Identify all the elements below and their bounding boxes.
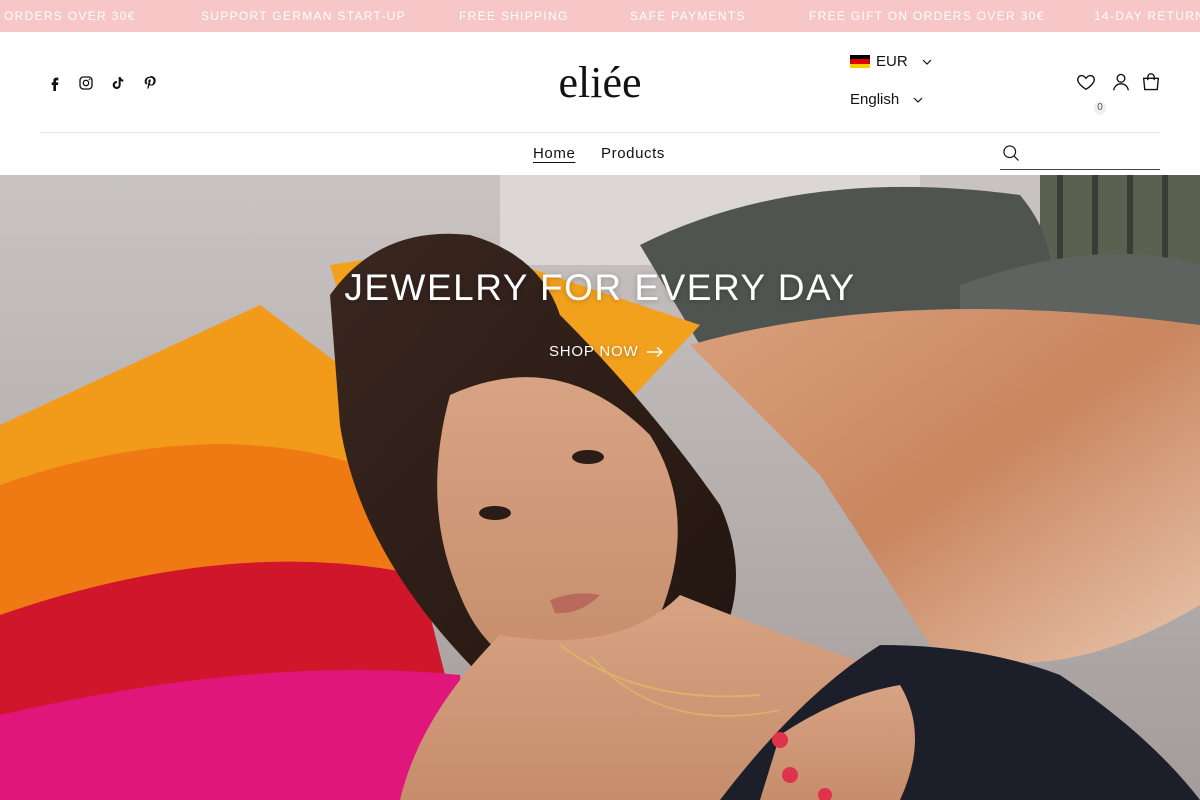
nav-link-products[interactable]: Products bbox=[601, 145, 665, 162]
cart-icon[interactable] bbox=[1139, 70, 1163, 94]
language-label: English bbox=[850, 91, 900, 108]
shop-now-label: SHOP NOW bbox=[549, 343, 639, 360]
account-icon[interactable] bbox=[1109, 70, 1133, 94]
shop-now-button[interactable]: SHOP NOW bbox=[549, 343, 664, 360]
announcement-item: FREE SHIPPING bbox=[459, 9, 569, 23]
announcement-item: 14-DAY RETURN P bbox=[1094, 9, 1200, 23]
announcement-item: FREE GIFT ON ORDERS OVER 30€ bbox=[809, 9, 1045, 23]
wishlist-icon[interactable] bbox=[1074, 70, 1098, 94]
search-icon[interactable] bbox=[1001, 143, 1021, 163]
arrow-right-icon bbox=[647, 346, 664, 357]
germany-flag-icon bbox=[850, 54, 870, 69]
currency-selector[interactable]: EUR bbox=[850, 53, 932, 70]
hero-banner[interactable]: JEWELRY FOR EVERY DAY SHOP NOW bbox=[0, 175, 1200, 800]
search-input[interactable] bbox=[1028, 142, 1158, 166]
announcement-bar: ORDERS OVER 30€ SUPPORT GERMAN START-UP … bbox=[0, 0, 1200, 32]
tiktok-icon[interactable] bbox=[109, 74, 127, 92]
announcement-item: ORDERS OVER 30€ bbox=[4, 9, 136, 23]
announcement-item: SAFE PAYMENTS bbox=[630, 9, 746, 23]
instagram-icon[interactable] bbox=[77, 74, 95, 92]
brand-logo-text: eliée bbox=[558, 58, 641, 105]
nav-link-home[interactable]: Home bbox=[533, 145, 575, 162]
announcement-item: SUPPORT GERMAN START-UP bbox=[201, 9, 407, 23]
facebook-icon[interactable] bbox=[46, 74, 64, 92]
brand-logo[interactable]: eliée bbox=[540, 55, 660, 107]
chevron-down-icon bbox=[913, 97, 923, 103]
pinterest-icon[interactable] bbox=[141, 74, 159, 92]
currency-label: EUR bbox=[876, 53, 908, 70]
hero-title: JEWELRY FOR EVERY DAY bbox=[344, 267, 856, 308]
header-divider bbox=[40, 132, 1160, 133]
language-selector[interactable]: English bbox=[850, 91, 923, 108]
site-header: eliée EUR English 0 bbox=[0, 32, 1200, 132]
search-bar bbox=[1000, 140, 1160, 170]
chevron-down-icon bbox=[922, 59, 932, 65]
wishlist-count-badge: 0 bbox=[1094, 101, 1106, 115]
